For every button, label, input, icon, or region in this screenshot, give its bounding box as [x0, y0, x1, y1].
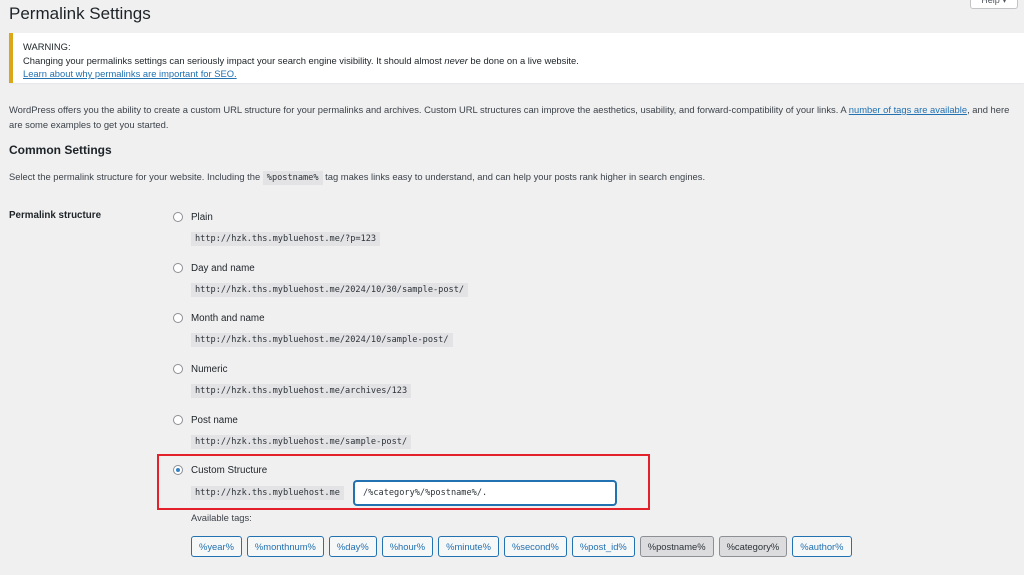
radio-numeric[interactable]: [173, 364, 183, 374]
permalink-structure-label: Permalink structure: [9, 210, 102, 221]
option-label: Day and name: [191, 262, 255, 274]
help-tab-button[interactable]: Help ▾: [970, 0, 1018, 9]
warning-notice: WARNING: Changing your permalinks settin…: [9, 33, 1024, 83]
custom-base-url: http://hzk.ths.mybluehost.me: [191, 486, 344, 500]
radio-plain[interactable]: [173, 212, 183, 222]
tag-monthnum-button[interactable]: %monthnum%: [246, 536, 324, 557]
option-label: Post name: [191, 414, 238, 426]
tag-postname-button[interactable]: %postname%: [639, 536, 714, 557]
option-post-name[interactable]: Post name http://hzk.ths.mybluehost.me/s…: [173, 413, 412, 449]
notice-text: Changing your permalinks settings can se…: [23, 54, 1014, 68]
example-url: http://hzk.ths.mybluehost.me/2024/10/30/…: [191, 283, 469, 297]
page-title: Permalink Settings: [9, 4, 151, 23]
option-label: Month and name: [191, 312, 265, 324]
option-numeric[interactable]: Numeric http://hzk.ths.mybluehost.me/arc…: [173, 362, 412, 398]
common-settings-description: Select the permalink structure for your …: [9, 171, 706, 185]
notice-text-part: be done on a live website.: [467, 54, 579, 66]
available-tags-label: Available tags:: [191, 512, 252, 523]
radio-post-name[interactable]: [173, 415, 183, 425]
option-label: Plain: [191, 211, 213, 223]
example-url: http://hzk.ths.mybluehost.me/2024/10/sam…: [191, 333, 453, 347]
tag-post-id-button[interactable]: %post_id%: [571, 536, 635, 557]
intro-text-part: WordPress offers you the ability to crea…: [9, 104, 849, 115]
option-day-and-name[interactable]: Day and name http://hzk.ths.mybluehost.m…: [173, 261, 469, 297]
tag-day-button[interactable]: %day%: [328, 536, 377, 557]
radio-custom-structure[interactable]: [173, 465, 183, 475]
tags-available-link[interactable]: number of tags are available: [849, 104, 967, 115]
tag-second-button[interactable]: %second%: [503, 536, 567, 557]
option-plain[interactable]: Plain http://hzk.ths.mybluehost.me/?p=12…: [173, 210, 381, 246]
postname-code: %postname%: [262, 171, 323, 185]
seo-learn-more-link[interactable]: Learn about why permalinks are important…: [23, 68, 237, 79]
available-tags-list: %year% %monthnum% %day% %hour% %minute% …: [191, 536, 852, 557]
example-url: http://hzk.ths.mybluehost.me/?p=123: [191, 232, 381, 246]
tag-minute-button[interactable]: %minute%: [438, 536, 499, 557]
tag-category-button[interactable]: %category%: [718, 536, 788, 557]
example-url: http://hzk.ths.mybluehost.me/sample-post…: [191, 435, 412, 449]
tag-hour-button[interactable]: %hour%: [381, 536, 434, 557]
option-label: Custom Structure: [191, 464, 268, 476]
tag-author-button[interactable]: %author%: [792, 536, 852, 557]
option-month-and-name[interactable]: Month and name http://hzk.ths.mybluehost…: [173, 311, 453, 347]
example-url: http://hzk.ths.mybluehost.me/archives/12…: [191, 384, 412, 398]
custom-structure-input[interactable]: [354, 481, 616, 505]
notice-emphasis: never: [444, 54, 468, 66]
option-custom-structure[interactable]: Custom Structure http://hzk.ths.myblueho…: [173, 463, 344, 500]
intro-text: WordPress offers you the ability to crea…: [9, 102, 1019, 132]
notice-heading: WARNING:: [23, 41, 71, 52]
radio-day-and-name[interactable]: [173, 263, 183, 273]
desc-text-part: Select the permalink structure for your …: [9, 171, 263, 182]
option-label: Numeric: [191, 363, 228, 375]
notice-text-part: Changing your permalinks settings can se…: [23, 54, 445, 66]
desc-text-part: tag makes links easy to understand, and …: [322, 171, 706, 182]
tag-year-button[interactable]: %year%: [191, 536, 242, 557]
radio-month-and-name[interactable]: [173, 313, 183, 323]
common-settings-heading: Common Settings: [9, 143, 112, 157]
